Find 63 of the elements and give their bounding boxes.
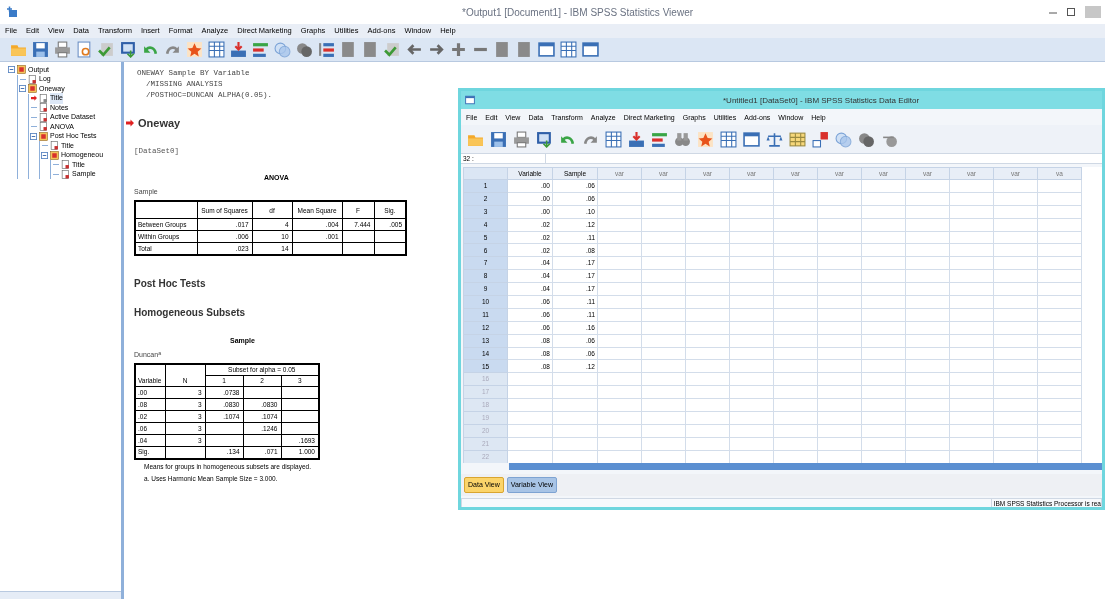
scrollbar[interactable] (509, 463, 1102, 470)
print-icon[interactable] (513, 130, 530, 148)
window-icon[interactable] (538, 41, 555, 58)
preview-icon[interactable] (76, 41, 93, 58)
insert-icon[interactable] (628, 130, 645, 148)
section-heading: Oneway (138, 116, 181, 131)
plus-icon[interactable] (450, 41, 467, 58)
table-icon[interactable] (560, 41, 577, 58)
collapse-icon[interactable] (8, 66, 15, 74)
page-icon[interactable] (362, 41, 379, 58)
page-icon[interactable] (340, 41, 357, 58)
page-icon[interactable] (494, 41, 511, 58)
book-icon (17, 65, 26, 75)
document-icon (39, 93, 48, 103)
document-icon (39, 112, 48, 122)
scale-icon[interactable] (766, 130, 783, 148)
document-icon (61, 169, 70, 179)
document-icon (39, 122, 48, 132)
export-icon[interactable] (98, 41, 115, 58)
document-icon (28, 74, 37, 84)
document-icon (61, 160, 70, 170)
bars-icon[interactable] (651, 130, 668, 148)
table-icon[interactable] (720, 130, 737, 148)
document-icon (39, 103, 48, 113)
book-icon (28, 84, 37, 94)
window-icon[interactable] (743, 130, 760, 148)
arrow-left-icon[interactable] (406, 41, 423, 58)
shapes-icon[interactable] (858, 130, 875, 148)
save-icon[interactable] (32, 41, 49, 58)
app-icon (465, 95, 475, 105)
binoculars-icon[interactable] (674, 130, 691, 148)
window-icon[interactable] (582, 41, 599, 58)
save-icon[interactable] (490, 130, 507, 148)
grid-icon[interactable] (789, 130, 806, 148)
scrollbar[interactable] (0, 591, 121, 599)
shapes-icon[interactable] (296, 41, 313, 58)
section-heading: Post Hoc Tests (134, 276, 206, 291)
arrow-right-icon[interactable] (428, 41, 445, 58)
table-icon[interactable] (605, 130, 622, 148)
circles-icon[interactable] (835, 130, 852, 148)
document-icon (50, 141, 59, 151)
collapse-icon[interactable] (19, 85, 26, 93)
star-icon[interactable] (186, 41, 203, 58)
page-icon[interactable] (516, 41, 533, 58)
collapse-icon[interactable] (30, 132, 37, 140)
insert-icon[interactable] (230, 41, 247, 58)
data-icon[interactable] (536, 130, 553, 148)
star-icon[interactable] (697, 130, 714, 148)
data-icon[interactable] (120, 41, 137, 58)
collapse-icon[interactable] (41, 151, 48, 159)
print-icon[interactable] (54, 41, 71, 58)
section-heading: Homogeneous Subsets (134, 305, 246, 320)
window-title: *Untitled1 [DataSet0] - IBM SPSS Statistics Data Editor (723, 95, 920, 107)
book-icon (39, 131, 48, 141)
maximize-icon[interactable] (1067, 8, 1075, 16)
export-icon[interactable] (384, 41, 401, 58)
label-icon[interactable] (812, 130, 829, 148)
window-title: *Output1 [Document1] - IBM SPSS Statistics Viewer (462, 6, 694, 20)
table-icon[interactable] (208, 41, 225, 58)
list-icon[interactable] (318, 41, 335, 58)
app-icon (6, 6, 18, 18)
book-icon (50, 150, 59, 160)
bars-icon[interactable] (252, 41, 269, 58)
